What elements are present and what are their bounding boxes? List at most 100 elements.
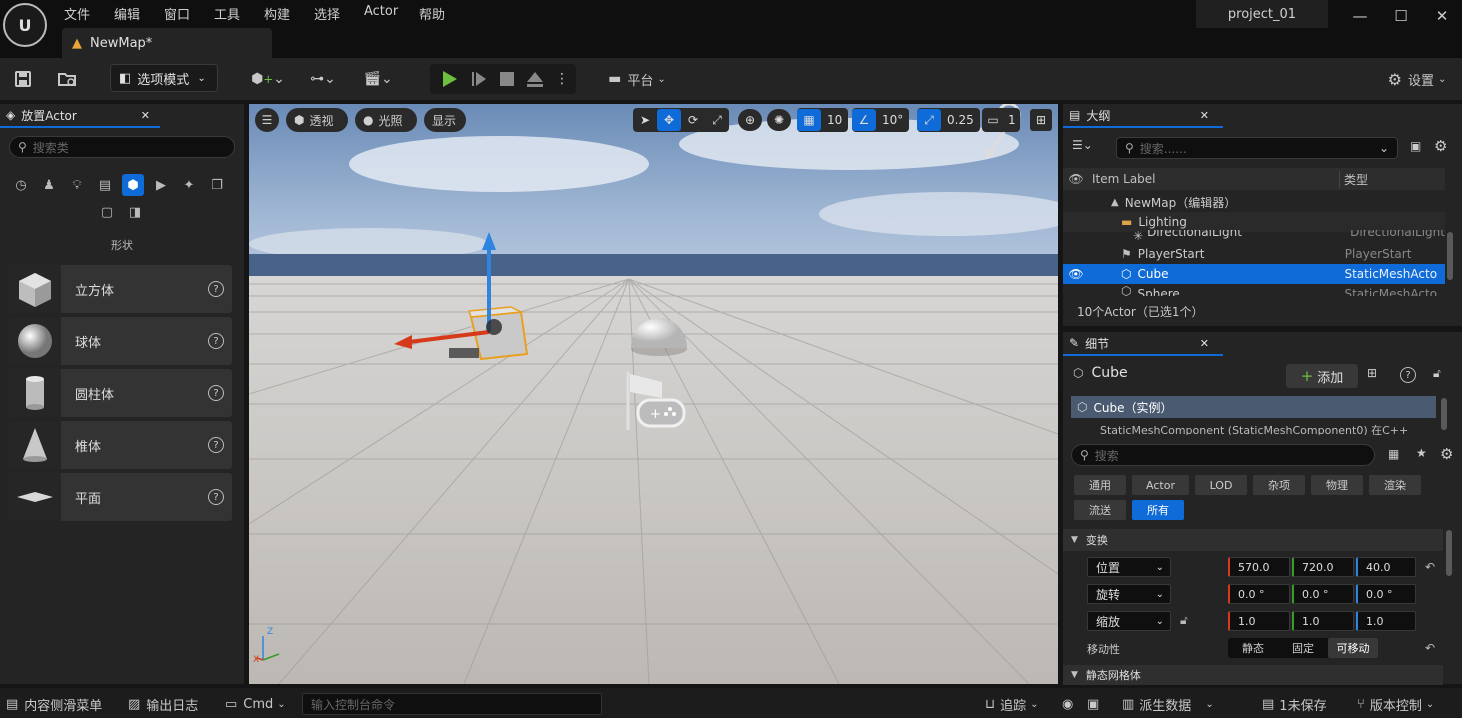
add-folder-icon[interactable]: ▣ xyxy=(1410,139,1421,153)
visual-effects-icon[interactable]: ▶ xyxy=(150,174,172,196)
add-content-button[interactable]: ⬢+⌄ xyxy=(248,65,288,93)
star-icon[interactable]: ★ xyxy=(1416,446,1427,460)
play-button[interactable] xyxy=(436,65,462,93)
table-view-icon[interactable]: ▦ xyxy=(1388,447,1399,461)
world-space-icon[interactable]: ⊕ xyxy=(738,109,762,131)
outliner-search[interactable]: ⚲ 搜索...... ⌄ xyxy=(1116,137,1398,159)
menu-file[interactable]: 文件 xyxy=(64,4,90,23)
outliner-row-playerstart[interactable]: ⚑ PlayerStart PlayerStart xyxy=(1063,244,1445,264)
mobility-static[interactable]: 静态 xyxy=(1228,638,1278,658)
platform-button[interactable]: ▬ 平台 ⌄ xyxy=(602,65,672,93)
lock-icon[interactable]: 🔓︎ xyxy=(1433,366,1441,381)
outliner-row-newmap[interactable]: ▲ NewMap（编辑器） xyxy=(1063,192,1445,212)
location-dropdown[interactable]: 位置 ⌄ xyxy=(1087,557,1171,577)
place-actor-search[interactable]: ⚲ 搜索类 xyxy=(9,136,235,158)
filter-tab-misc[interactable]: 杂项 xyxy=(1253,475,1305,495)
menu-edit[interactable]: 编辑 xyxy=(114,4,140,23)
scale-icon[interactable]: ⤢ xyxy=(705,109,729,131)
blueprint-button[interactable]: ⊶⌄ xyxy=(303,65,343,93)
help-icon[interactable]: ? xyxy=(208,489,224,505)
camera-speed-control[interactable]: ▭ 1 xyxy=(982,108,1020,132)
help-icon[interactable]: ? xyxy=(1400,367,1416,383)
maximize-icon[interactable]: ☐ xyxy=(1381,0,1421,32)
visibility-eye-icon[interactable]: 👁︎ xyxy=(1063,267,1089,281)
reset-icon[interactable]: ↶ xyxy=(1425,560,1435,574)
rotation-x-field[interactable]: 0.0 ° xyxy=(1228,584,1290,604)
geometry-icon[interactable]: ▢ xyxy=(96,201,118,223)
volumes-icon[interactable]: ✦ xyxy=(178,174,200,196)
filter-tab-physics[interactable]: 物理 xyxy=(1311,475,1363,495)
rotation-dropdown[interactable]: 旋转 ⌄ xyxy=(1087,584,1171,604)
viewport-menu-button[interactable]: ☰ xyxy=(255,108,279,132)
cmd-dropdown[interactable]: ▭ Cmd ⌄ xyxy=(225,693,286,715)
console-command-input[interactable]: 输入控制台命令 xyxy=(302,693,602,715)
rotation-snap-control[interactable]: ∠ 10° xyxy=(852,108,910,132)
recent-icon[interactable]: ◷ xyxy=(10,174,32,196)
outliner-filter-button[interactable]: ☰⌄ xyxy=(1072,138,1093,152)
filter-tab-general[interactable]: 通用 xyxy=(1074,475,1126,495)
filter-tab-streaming[interactable]: 流送 xyxy=(1074,500,1126,520)
gear-icon[interactable]: ⚙ xyxy=(1434,137,1447,155)
rotate-icon[interactable]: ⟳ xyxy=(681,109,705,131)
outliner-tab[interactable]: ▤ 大纲 ✕ xyxy=(1063,104,1223,128)
help-icon[interactable]: ? xyxy=(208,333,224,349)
component-scrollbar[interactable] xyxy=(1441,398,1447,430)
mobility-movable[interactable]: 可移动 xyxy=(1328,638,1378,658)
filter-tab-rendering[interactable]: 渲染 xyxy=(1369,475,1421,495)
cinematics-button[interactable]: 🎬︎⌄ xyxy=(358,65,398,93)
column-item-label[interactable]: Item Label xyxy=(1089,172,1339,186)
details-search[interactable]: ⚲ 搜索 xyxy=(1071,444,1375,466)
scale-x-field[interactable]: 1.0 xyxy=(1228,611,1290,631)
close-icon[interactable]: ✕ xyxy=(1422,0,1462,32)
basic-icon[interactable]: ♟ xyxy=(38,174,60,196)
mode-select-button[interactable]: ◧ 选项模式 ⌄ xyxy=(110,64,218,92)
rotation-y-field[interactable]: 0.0 ° xyxy=(1292,584,1354,604)
shape-item-plane[interactable]: 平面 ? xyxy=(9,473,232,521)
perspective-button[interactable]: ⬢ 透视 xyxy=(286,108,348,132)
column-type[interactable]: 类型 xyxy=(1339,170,1368,188)
rotation-z-field[interactable]: 0.0 ° xyxy=(1356,584,1416,604)
layout-icon[interactable]: ⊞ xyxy=(1030,109,1052,131)
level-viewport[interactable]: + Z X xyxy=(249,104,1058,684)
menu-build[interactable]: 构建 xyxy=(264,4,290,23)
grid-snap-control[interactable]: ▦ 10 xyxy=(797,108,849,132)
source-control-button[interactable]: ⑂ 版本控制 ⌄ xyxy=(1357,693,1434,715)
unsaved-button[interactable]: ▤ 1未保存 xyxy=(1262,693,1327,715)
play-options-icon[interactable]: ⋮ xyxy=(552,65,572,93)
scale-y-field[interactable]: 1.0 xyxy=(1292,611,1354,631)
show-button[interactable]: 显示 xyxy=(424,108,466,132)
outliner-row-directionallight[interactable]: ✳ DirectionalLight DirectionalLight xyxy=(1063,230,1445,242)
settings-button[interactable]: ⚙ 设置 ⌄ xyxy=(1378,65,1456,93)
close-tab-icon[interactable]: ✕ xyxy=(1200,337,1209,350)
shapes-icon[interactable]: ⬢ xyxy=(122,174,144,196)
location-z-field[interactable]: 40.0 xyxy=(1356,557,1416,577)
reset-icon[interactable]: ↶ xyxy=(1425,641,1435,655)
lighting-button[interactable]: ● 光照 xyxy=(355,108,417,132)
gear-icon[interactable]: ⚙ xyxy=(1440,445,1453,463)
details-scrollbar[interactable] xyxy=(1446,530,1452,576)
close-tab-icon[interactable]: ✕ xyxy=(141,109,150,122)
live-coding-icon[interactable]: ▣ xyxy=(1087,693,1099,715)
output-log-button[interactable]: ▨ 输出日志 xyxy=(128,693,198,715)
shape-item-cube[interactable]: 立方体 ? xyxy=(9,265,232,313)
menu-help[interactable]: 帮助 xyxy=(419,4,445,23)
outliner-row-lighting[interactable]: ▬ Lighting xyxy=(1063,212,1445,232)
menu-select[interactable]: 选择 xyxy=(314,4,340,23)
help-icon[interactable]: ? xyxy=(208,437,224,453)
stop-button[interactable] xyxy=(494,65,520,93)
level-tab[interactable]: ▲ NewMap* xyxy=(62,28,272,58)
menu-actor[interactable]: Actor xyxy=(364,4,398,19)
section-transform[interactable]: ▼ 变换 xyxy=(1063,529,1443,551)
scale-snap-control[interactable]: ⤢ 0.25 xyxy=(917,108,980,132)
help-icon[interactable]: ? xyxy=(208,281,224,297)
unreal-logo-icon[interactable]: U xyxy=(3,3,47,47)
section-static-mesh[interactable]: ▼ 静态网格体 xyxy=(1063,665,1443,685)
close-tab-icon[interactable]: ✕ xyxy=(1200,109,1209,122)
derived-data-button[interactable]: ▥ 派生数据 ⌄ xyxy=(1122,693,1214,715)
place-actor-tab[interactable]: ◈ 放置Actor ✕ xyxy=(0,104,160,128)
trace-button[interactable]: ⊔ 追踪 ⌄ xyxy=(985,693,1039,715)
minimize-icon[interactable]: — xyxy=(1340,0,1380,32)
outliner-row-sphere[interactable]: ⬡ Sphere StaticMeshActor xyxy=(1063,286,1445,296)
cinematic-icon[interactable]: ▤ xyxy=(94,174,116,196)
brush-icon[interactable]: ◨ xyxy=(124,201,146,223)
